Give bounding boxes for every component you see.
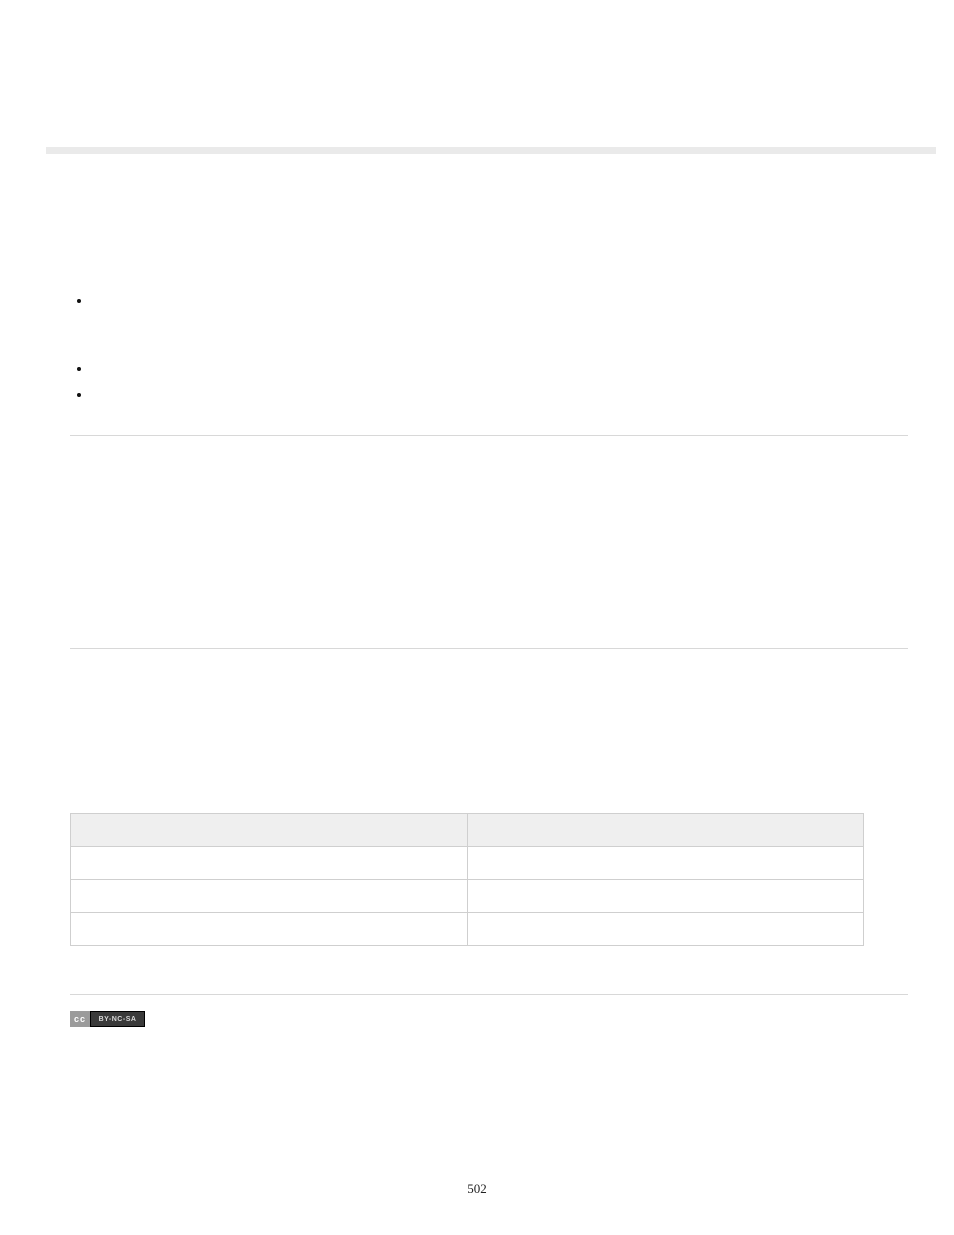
section-divider	[70, 994, 908, 995]
table-cell	[71, 847, 468, 880]
spacer	[70, 673, 908, 813]
table-cell	[71, 880, 468, 913]
table-cell	[467, 913, 864, 946]
table-row	[71, 880, 864, 913]
cc-icon: cc	[70, 1011, 90, 1027]
page-container: cc BY-NC-SA 502	[0, 0, 954, 1235]
top-horizontal-rule	[46, 147, 936, 154]
content-area: cc BY-NC-SA	[70, 290, 908, 1032]
bullet-list	[70, 290, 908, 407]
page-number: 502	[0, 1181, 954, 1197]
section-divider	[70, 435, 908, 436]
table-row	[71, 913, 864, 946]
cc-license-badge: cc BY-NC-SA	[70, 1011, 145, 1027]
list-item	[92, 290, 908, 336]
table-cell	[467, 847, 864, 880]
table-cell	[467, 880, 864, 913]
table-header-row	[71, 814, 864, 847]
spacer	[70, 460, 908, 620]
section-divider	[70, 648, 908, 649]
data-table	[70, 813, 864, 946]
list-item	[92, 358, 908, 381]
cc-license-text: BY-NC-SA	[90, 1011, 145, 1027]
table-cell	[71, 913, 468, 946]
table-row	[71, 847, 864, 880]
list-item	[92, 384, 908, 407]
table-header-cell	[467, 814, 864, 847]
table-header-cell	[71, 814, 468, 847]
